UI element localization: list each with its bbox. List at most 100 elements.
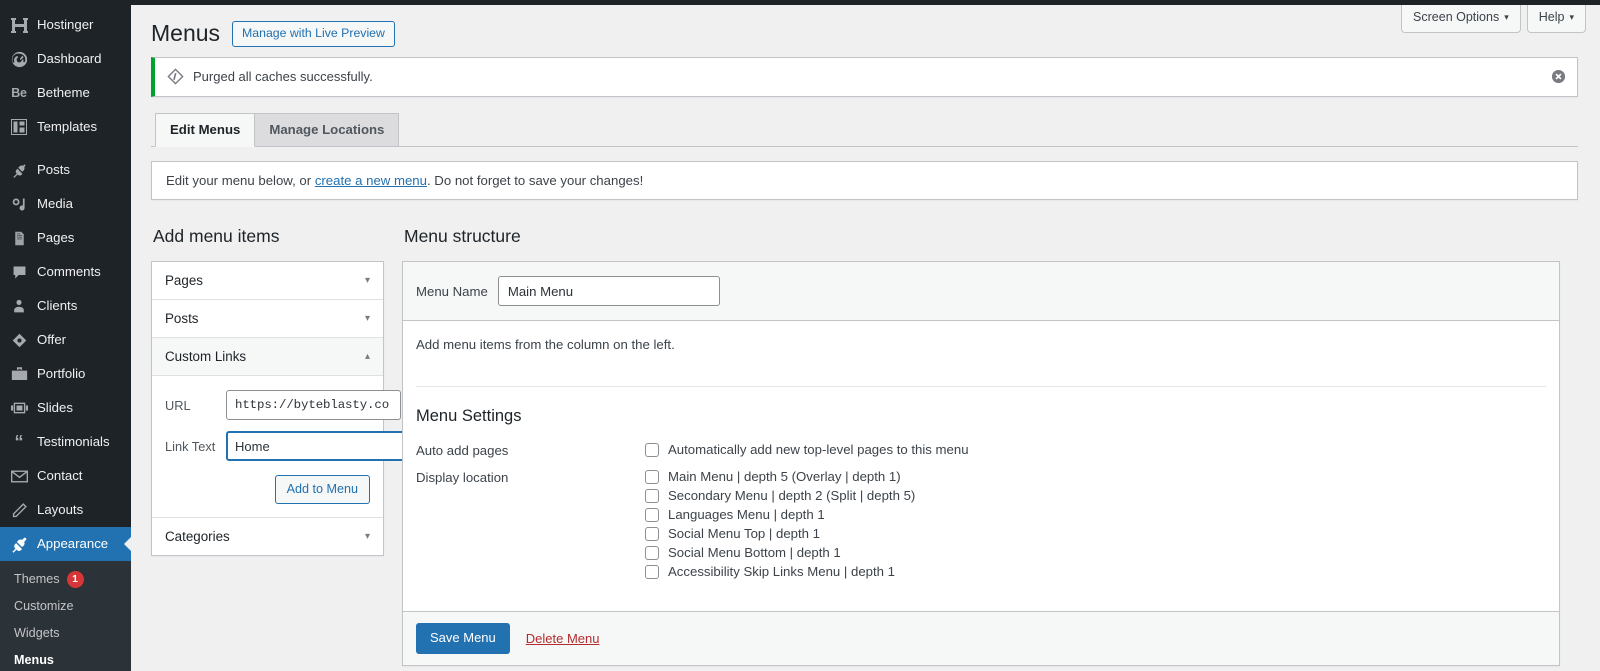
- checkbox-social-menu-bottom[interactable]: [645, 545, 659, 560]
- sidebar-item-label: Testimonials: [37, 434, 110, 449]
- sidebar-item-posts[interactable]: Posts: [0, 153, 131, 187]
- location-option[interactable]: Languages Menu | depth 1: [645, 507, 1546, 522]
- sidebar-item-label: Pages: [37, 230, 75, 245]
- link-text-input[interactable]: [226, 431, 420, 462]
- sidebar-separator: [0, 144, 131, 153]
- accordion-header-posts[interactable]: Posts ▾: [152, 300, 383, 339]
- custom-links-panel: URL Link Text Add to Menu: [152, 376, 420, 519]
- close-circle-icon[interactable]: [1550, 69, 1566, 85]
- location-option[interactable]: Main Menu | depth 5 (Overlay | depth 1): [645, 469, 1546, 484]
- create-a-new-menu-link[interactable]: create a new menu: [315, 173, 427, 188]
- submenu-item-label: Menus: [14, 653, 54, 667]
- location-option[interactable]: Social Menu Bottom | depth 1: [645, 545, 1546, 560]
- manage-with-live-preview-button[interactable]: Manage with Live Preview: [232, 20, 395, 47]
- instruction-prefix: Edit your menu below, or: [166, 172, 315, 188]
- save-menu-button[interactable]: Save Menu: [416, 623, 510, 655]
- menus-columns: Add menu items Pages ▾ Posts ▾ Custom Li…: [151, 224, 1578, 667]
- checkbox-social-menu-top[interactable]: [645, 526, 659, 541]
- submenu-item-widgets[interactable]: Widgets: [0, 620, 131, 647]
- location-label: Secondary Menu | depth 2 (Split | depth …: [668, 488, 916, 504]
- submenu-item-label: Customize: [14, 599, 74, 613]
- location-option[interactable]: Social Menu Top | depth 1: [645, 526, 1546, 541]
- page-title: Menus: [151, 20, 221, 46]
- sidebar-item-label: Betheme: [37, 85, 90, 100]
- main-content: Screen Options ▾ Help ▾ Menus Manage with …: [131, 0, 1600, 671]
- sidebar-item-slides[interactable]: Slides: [0, 391, 131, 425]
- pin-icon: [9, 160, 29, 180]
- submenu-item-themes[interactable]: Themes 1: [0, 566, 131, 593]
- accordion-header-pages[interactable]: Pages ▾: [152, 262, 383, 301]
- display-location-options: Main Menu | depth 5 (Overlay | depth 1) …: [645, 469, 1546, 583]
- accordion-header-custom-links[interactable]: Custom Links ▴: [152, 338, 383, 377]
- tab-edit-menus[interactable]: Edit Menus: [155, 112, 256, 147]
- add-to-menu-button[interactable]: Add to Menu: [274, 475, 370, 505]
- checkbox-accessibility-skip-links-menu[interactable]: [645, 564, 659, 579]
- delete-menu-link[interactable]: Delete Menu: [526, 631, 600, 646]
- cache-diamond-icon: [166, 68, 184, 86]
- chevron-down-icon: ▾: [364, 531, 370, 543]
- sidebar-item-label: Portfolio: [37, 366, 86, 381]
- sidebar-item-contact[interactable]: Contact: [0, 459, 131, 493]
- chevron-down-icon: ▾: [364, 275, 370, 287]
- menu-structure-heading: Menu structure: [404, 225, 521, 246]
- submenu-item-label: Widgets: [14, 626, 60, 640]
- submenu-item-menus[interactable]: Menus: [0, 647, 131, 671]
- sidebar-item-clients[interactable]: Clients: [0, 289, 131, 323]
- sidebar-item-label: Appearance: [37, 536, 109, 551]
- sidebar-item-pages[interactable]: Pages: [0, 221, 131, 255]
- sidebar-item-layouts[interactable]: Layouts: [0, 493, 131, 527]
- screen-options-label: Screen Options: [1413, 10, 1500, 24]
- sidebar-item-templates[interactable]: Templates: [0, 110, 131, 144]
- checkbox-main-menu[interactable]: [645, 469, 659, 484]
- accordion-label: Pages: [165, 273, 203, 289]
- checkbox-secondary-menu[interactable]: [645, 488, 659, 503]
- menu-structure-column: Menu structure Menu Name Add menu items …: [402, 224, 1560, 667]
- location-option[interactable]: Secondary Menu | depth 2 (Split | depth …: [645, 488, 1546, 503]
- sidebar-item-label: Contact: [37, 468, 83, 483]
- media-icon: [9, 194, 29, 214]
- auto-add-pages-check-line[interactable]: Automatically add new top-level pages to…: [645, 442, 1546, 457]
- hostinger-icon: [9, 15, 29, 35]
- sidebar-item-portfolio[interactable]: Portfolio: [0, 357, 131, 391]
- chevron-down-icon: ▾: [364, 313, 370, 325]
- menus-tabs: Edit Menus Manage Locations: [155, 112, 1578, 147]
- menu-name-input[interactable]: [497, 276, 720, 307]
- url-label: URL: [165, 397, 191, 413]
- url-field-row: URL: [165, 390, 401, 421]
- checkbox-auto-add-pages[interactable]: [645, 442, 659, 457]
- menu-name-label: Menu Name: [416, 283, 488, 299]
- tab-manage-locations[interactable]: Manage Locations: [254, 112, 400, 147]
- sidebar-item-label: Clients: [37, 298, 78, 313]
- url-input[interactable]: [226, 390, 401, 421]
- offer-tag-icon: [9, 330, 29, 350]
- sidebar-item-testimonials[interactable]: “ Testimonials: [0, 425, 131, 459]
- sidebar-item-media[interactable]: Media: [0, 187, 131, 221]
- chevron-up-icon: ▴: [364, 351, 370, 363]
- envelope-icon: [9, 466, 29, 486]
- help-button[interactable]: Help ▾: [1526, 5, 1586, 33]
- portfolio-briefcase-icon: [9, 364, 29, 384]
- location-option[interactable]: Accessibility Skip Links Menu | depth 1: [645, 564, 1546, 579]
- link-text-field-row: Link Text: [165, 431, 420, 462]
- slides-icon: [9, 398, 29, 418]
- checkbox-languages-menu[interactable]: [645, 507, 659, 522]
- location-label: Languages Menu | depth 1: [668, 507, 825, 523]
- submenu-item-customize[interactable]: Customize: [0, 593, 131, 620]
- sidebar-item-dashboard[interactable]: Dashboard: [0, 42, 131, 76]
- sidebar-item-offer[interactable]: Offer: [0, 323, 131, 357]
- notice-message: Purged all caches successfully.: [193, 69, 373, 85]
- screen-options-button[interactable]: Screen Options ▾: [1401, 5, 1521, 33]
- sidebar-item-appearance[interactable]: Appearance: [0, 527, 131, 561]
- sidebar-item-hostinger[interactable]: Hostinger: [0, 8, 131, 42]
- sidebar-item-comments[interactable]: Comments: [0, 255, 131, 289]
- sidebar-item-betheme[interactable]: Be Betheme: [0, 76, 131, 110]
- help-label: Help: [1538, 10, 1565, 24]
- dashboard-gauge-icon: [9, 49, 29, 69]
- location-label: Main Menu | depth 5 (Overlay | depth 1): [668, 469, 901, 485]
- accordion-header-categories[interactable]: Categories ▾: [152, 518, 383, 555]
- sidebar-item-label: Comments: [37, 264, 101, 279]
- display-location-row: Display location Main Menu | depth 5 (Ov…: [416, 469, 1546, 583]
- display-location-label: Display location: [416, 470, 509, 486]
- menu-structure-panel: Menu Name Add menu items from the column…: [402, 261, 1560, 667]
- location-label: Accessibility Skip Links Menu | depth 1: [668, 564, 895, 580]
